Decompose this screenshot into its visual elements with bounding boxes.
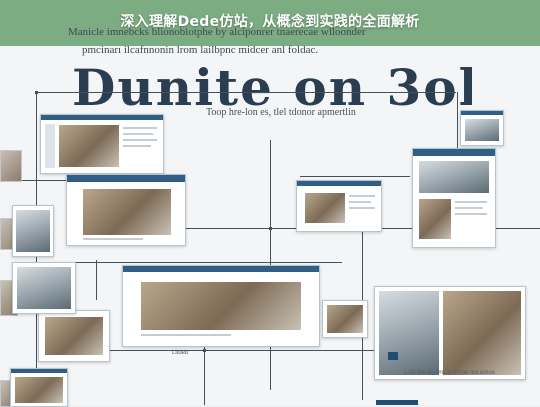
poster-subtitle: pmcinarı ilcafnnonin lrom lailbpnc midce… xyxy=(82,44,319,56)
screenshot-panel xyxy=(322,300,368,338)
poster-canvas: Dunite on 3olooed Toop hre-lon es, tlel … xyxy=(0,0,540,407)
side-thumbnail xyxy=(0,150,22,182)
panel-caption: Lctd fee de cmr-e vhcne ont emce xyxy=(404,370,495,376)
accent-block xyxy=(388,352,398,360)
screenshot-panel xyxy=(296,180,382,232)
screenshot-panel xyxy=(460,110,504,146)
connector-dot xyxy=(269,227,272,230)
screenshot-panel xyxy=(66,174,186,246)
screenshot-panel xyxy=(12,205,54,257)
poster-subtitle: Manicle imnebcks blionoblotphe by alcipo… xyxy=(68,26,366,38)
screenshot-panel xyxy=(374,286,526,380)
connector-line xyxy=(300,176,410,177)
connector-line xyxy=(36,92,456,93)
screenshot-panel xyxy=(38,310,110,362)
screenshot-panel xyxy=(412,148,496,248)
accent-block xyxy=(376,400,418,405)
connector-line xyxy=(457,92,458,152)
panel-caption: Litdeb xyxy=(172,350,189,356)
connector-dot xyxy=(203,349,206,352)
title-banner: 深入理解Dede仿站，从概念到实践的全面解析 xyxy=(0,0,540,46)
screenshot-panel xyxy=(40,114,164,174)
connector-line xyxy=(96,260,97,300)
screenshot-panel xyxy=(10,368,68,407)
connector-dot xyxy=(35,91,38,94)
screenshot-panel xyxy=(12,262,76,314)
poster-annotation: Toop hre-lon es, tlel tdonor apmertlin xyxy=(206,107,356,118)
screenshot-panel xyxy=(122,265,320,347)
